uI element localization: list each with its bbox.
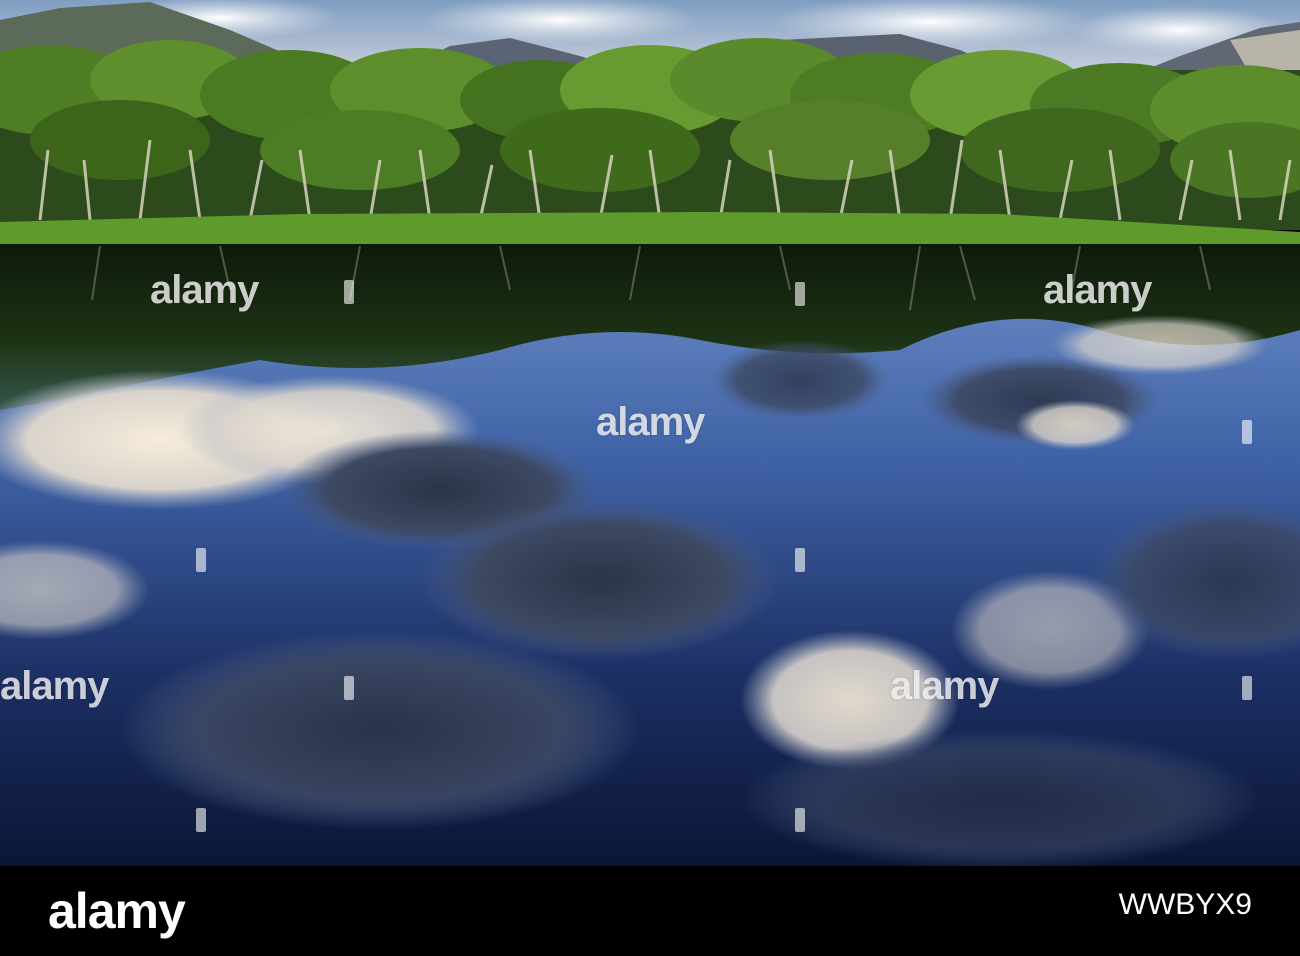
footer-image-id: WWBYX9 <box>1118 888 1252 921</box>
forest <box>0 38 1300 230</box>
watermark-mark <box>196 808 206 832</box>
watermark-mark <box>196 548 206 572</box>
watermark-mark <box>795 548 805 572</box>
watermark-mark <box>795 808 805 832</box>
lake-photo: alamy alamy alamy alamy alamy <box>0 0 1300 866</box>
watermark-text: alamy <box>1043 268 1152 312</box>
watermark-text: alamy <box>596 400 705 444</box>
watermark-mark <box>344 280 354 304</box>
watermark-text: alamy <box>890 664 999 708</box>
watermark-text: alamy <box>0 664 109 708</box>
watermark-mark <box>1242 420 1252 444</box>
watermark-mark <box>1242 676 1252 700</box>
watermark-mark <box>344 676 354 700</box>
watermark-mark <box>795 282 805 306</box>
watermark-text: alamy <box>150 268 259 312</box>
stock-footer-bar: alamy WWBYX9 <box>0 866 1300 956</box>
footer-logo: alamy <box>48 883 186 939</box>
